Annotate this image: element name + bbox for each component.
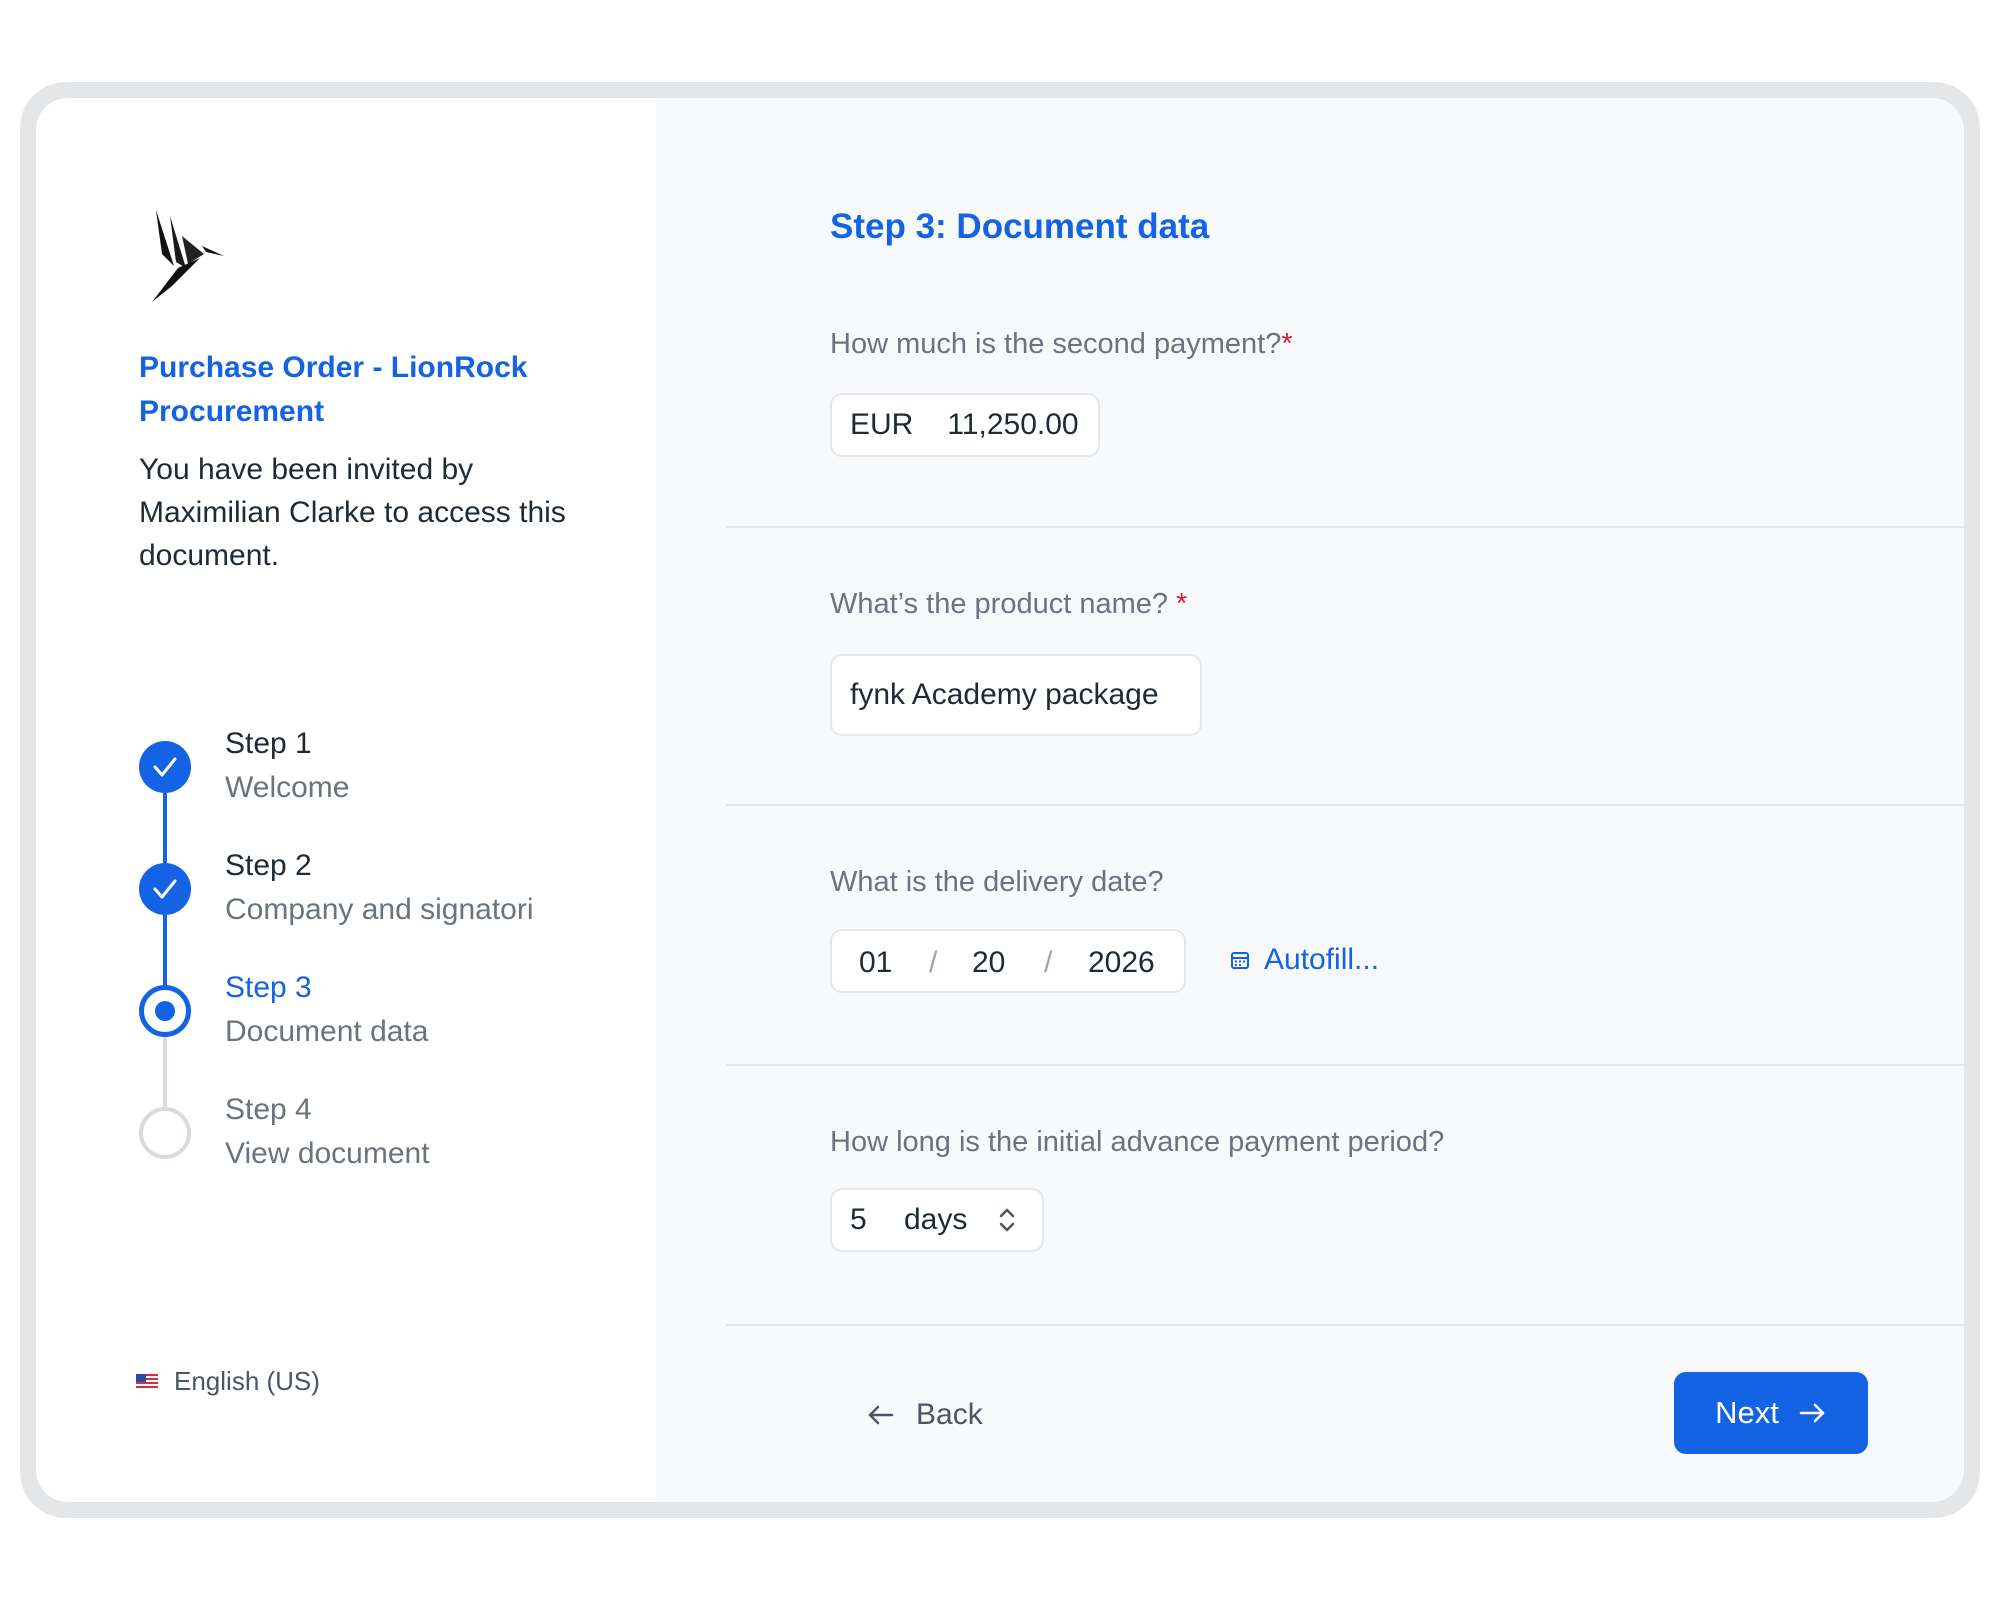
progress-stepper: Step 1 Welcome Step 2 Company and signat… <box>139 724 619 1212</box>
language-label: English (US) <box>174 1366 320 1396</box>
section-divider <box>726 1324 1964 1326</box>
step-item-4: Step 4 View document <box>139 1090 619 1212</box>
next-button[interactable]: Next <box>1674 1372 1868 1454</box>
date-separator: / <box>929 946 938 979</box>
currency-label: EUR <box>850 408 914 441</box>
step-item-2[interactable]: Step 2 Company and signatori <box>139 846 619 985</box>
advance-period-stepper[interactable]: 5 days <box>830 1188 1044 1252</box>
step-description: Document data <box>225 1015 429 1048</box>
calendar-icon <box>1231 952 1249 969</box>
current-step-dot-icon <box>139 985 191 1037</box>
delivery-question: What is the delivery date? <box>830 866 1164 898</box>
check-icon <box>139 863 191 915</box>
document-title: Purchase Order - LionRock Procurement <box>139 351 528 428</box>
payment-question: How much is the second payment?* <box>830 328 1293 360</box>
form-panel: Step 3: Document data How much is the se… <box>656 98 1964 1502</box>
date-year[interactable]: 2026 <box>1088 944 1155 982</box>
step-description: Welcome <box>225 771 350 804</box>
step-description: Company and signatori <box>225 893 534 926</box>
product-name-value: fynk Academy package <box>850 678 1159 711</box>
step-name: Step 2 <box>225 849 312 882</box>
amount-value: 11,250.00 <box>947 408 1079 441</box>
empty-circle-icon <box>139 1107 191 1159</box>
autofill-button[interactable]: Autofill... <box>1230 943 1379 977</box>
step-name: Step 3 <box>225 971 312 1004</box>
back-button[interactable]: Back <box>866 1398 983 1432</box>
fynk-bird-logo <box>152 210 224 302</box>
period-unit: days <box>904 1203 968 1236</box>
section-divider <box>726 1064 1964 1066</box>
chevron-up-down-icon[interactable] <box>998 1206 1016 1234</box>
payment-amount-field[interactable]: EUR 11,250.00 <box>830 393 1100 457</box>
required-marker: * <box>1281 328 1293 360</box>
back-label: Back <box>916 1398 983 1431</box>
product-name-input[interactable]: fynk Academy package <box>830 654 1202 736</box>
section-divider <box>726 526 1964 528</box>
advance-period-question: How long is the initial advance payment … <box>830 1126 1445 1158</box>
date-separator: / <box>1044 946 1053 979</box>
section-divider <box>726 804 1964 806</box>
step-item-3[interactable]: Step 3 Document data <box>139 968 619 1107</box>
product-question: What’s the product name? * <box>830 588 1188 620</box>
check-icon <box>139 741 191 793</box>
page-title: Step 3: Document data <box>830 207 1210 246</box>
invitation-text: You have been invited by Maximilian Clar… <box>139 453 566 572</box>
autofill-label: Autofill... <box>1264 943 1380 976</box>
required-marker: * <box>1176 588 1188 620</box>
arrow-right-icon <box>1799 1403 1825 1423</box>
app-window: Purchase Order - LionRock Procurement Yo… <box>36 98 1964 1502</box>
step-description: View document <box>225 1137 430 1170</box>
period-value: 5 <box>850 1203 867 1236</box>
language-selector[interactable]: English (US) <box>136 1366 320 1397</box>
us-flag-icon <box>136 1374 158 1389</box>
arrow-left-icon <box>868 1405 894 1425</box>
step-name: Step 1 <box>225 727 312 760</box>
date-month[interactable]: 01 <box>859 944 892 982</box>
delivery-date-field[interactable]: 01 / 20 / 2026 <box>830 929 1186 993</box>
date-day[interactable]: 20 <box>972 944 1005 982</box>
step-name: Step 4 <box>225 1093 312 1126</box>
next-label: Next <box>1715 1395 1779 1430</box>
step-item-1[interactable]: Step 1 Welcome <box>139 724 619 863</box>
sidebar: Purchase Order - LionRock Procurement Yo… <box>36 98 656 1502</box>
